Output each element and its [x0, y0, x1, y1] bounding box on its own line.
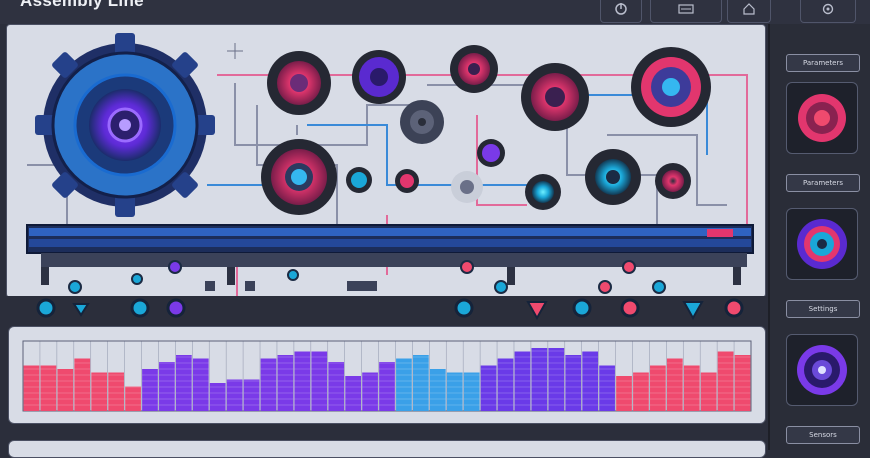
document-icon — [678, 4, 694, 14]
gear-icon[interactable] — [525, 174, 561, 210]
sensor-icon[interactable] — [494, 280, 508, 294]
eq-bar — [226, 379, 243, 411]
connector-icon — [245, 281, 255, 291]
home-button[interactable] — [727, 0, 771, 23]
panel-label: Parameters — [786, 54, 860, 72]
settings-icon — [822, 3, 834, 15]
output-node-strip — [0, 296, 768, 326]
gear-icon[interactable] — [521, 63, 589, 131]
connector-icon — [205, 281, 215, 291]
sensor-icon[interactable] — [598, 280, 612, 294]
settings-button[interactable] — [800, 0, 856, 23]
triangle-node-icon[interactable] — [526, 301, 548, 321]
output-node-icon[interactable] — [572, 298, 592, 318]
eq-bar — [243, 379, 260, 411]
panel-label: Parameters — [786, 174, 860, 192]
eq-bar — [599, 365, 615, 411]
eq-bar — [23, 365, 40, 411]
triangle-node-icon[interactable] — [682, 301, 704, 321]
assembly-board — [6, 24, 766, 306]
dial-icon — [798, 94, 846, 142]
gear-icon[interactable] — [451, 171, 483, 203]
power-icon — [615, 3, 627, 15]
gear-icon[interactable] — [346, 167, 372, 193]
eq-bar — [548, 348, 565, 411]
eq-bar — [192, 358, 209, 411]
output-nodes — [36, 298, 744, 321]
output-node-icon[interactable] — [724, 298, 744, 318]
sensor-icon[interactable] — [460, 260, 474, 274]
gear-icon[interactable] — [400, 100, 444, 144]
crosshair-icon — [227, 43, 243, 59]
connector-icon — [347, 281, 377, 291]
app-title: Assembly Line — [20, 0, 144, 10]
sensor-icon[interactable] — [622, 260, 636, 274]
sensor-icon[interactable] — [168, 260, 182, 274]
output-node-icon[interactable] — [620, 298, 640, 318]
eq-bar — [40, 365, 57, 411]
control-tile[interactable] — [786, 208, 858, 280]
home-icon — [743, 3, 755, 15]
eq-bar — [531, 348, 548, 411]
document-button[interactable] — [650, 0, 722, 23]
assembly-diagram — [26, 33, 754, 306]
right-control-panel: Parameters Parameters Settings Sensors — [768, 24, 870, 450]
gear-icon[interactable] — [261, 139, 337, 215]
eq-bar — [396, 358, 412, 411]
output-node-icon[interactable] — [166, 298, 186, 318]
output-node-icon[interactable] — [130, 298, 150, 318]
gear-icon[interactable] — [631, 47, 711, 127]
equalizer-chart — [22, 340, 752, 412]
sensor-icon[interactable] — [652, 280, 666, 294]
sensor-icon[interactable] — [131, 273, 143, 285]
eq-bar — [650, 365, 666, 411]
bottom-panel — [8, 440, 766, 458]
gear-icon[interactable] — [395, 169, 419, 193]
power-button[interactable] — [600, 0, 642, 23]
output-node-icon[interactable] — [454, 298, 474, 318]
gear-icon[interactable] — [655, 163, 691, 199]
gear-icon[interactable] — [477, 139, 505, 167]
eq-bar — [497, 358, 514, 411]
gear-cluster — [261, 45, 711, 215]
main-gear-icon[interactable] — [35, 33, 215, 217]
output-node-icon[interactable] — [36, 298, 56, 318]
throughput-panel — [8, 326, 766, 424]
sensor-icon[interactable] — [287, 269, 299, 281]
sensor-icon[interactable] — [68, 280, 82, 294]
eq-bar — [480, 365, 497, 411]
triangle-node-icon[interactable] — [72, 303, 90, 317]
panel-label: Settings — [786, 300, 860, 318]
eq-bar — [683, 365, 700, 411]
panel-label: Sensors — [786, 426, 860, 444]
title-bar: Assembly Line — [0, 0, 870, 24]
gear-icon[interactable] — [267, 51, 331, 115]
control-tile[interactable] — [786, 82, 858, 154]
control-tile[interactable] — [786, 334, 858, 406]
gear-icon[interactable] — [352, 50, 406, 104]
dial-icon — [797, 345, 847, 395]
gear-icon[interactable] — [585, 149, 641, 205]
gear-icon[interactable] — [450, 45, 498, 93]
dial-icon — [797, 219, 847, 269]
eq-bar — [666, 358, 683, 411]
eq-bar — [74, 358, 91, 411]
eq-bar — [260, 358, 277, 411]
